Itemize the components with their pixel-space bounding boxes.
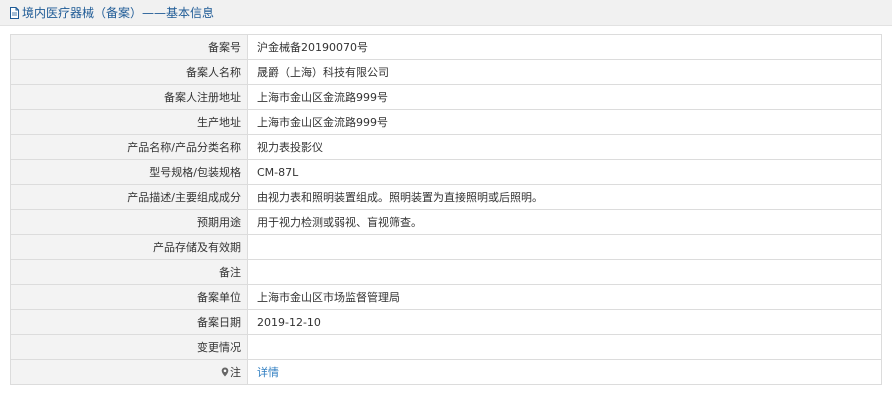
field-label: 备案日期 [10, 309, 248, 335]
table-row-record-number: 备案号 沪金械备20190070号 [10, 34, 882, 60]
table-row-remarks: 备注 [10, 259, 882, 285]
field-value: CM-87L [247, 159, 882, 185]
field-value [247, 334, 882, 360]
field-value: 由视力表和照明装置组成。照明装置为直接照明或后照明。 [247, 184, 882, 210]
table-row-record-unit: 备案单位 上海市金山区市场监督管理局 [10, 284, 882, 310]
field-label: 备案号 [10, 34, 248, 60]
table-row-description: 产品描述/主要组成成分 由视力表和照明装置组成。照明装置为直接照明或后照明。 [10, 184, 882, 210]
field-label: 备注 [10, 259, 248, 285]
field-label: 备案人名称 [10, 59, 248, 85]
table-row-model-spec: 型号规格/包装规格 CM-87L [10, 159, 882, 185]
field-label: 预期用途 [10, 209, 248, 235]
field-label: 备案人注册地址 [10, 84, 248, 110]
field-label: 型号规格/包装规格 [10, 159, 248, 185]
note-label: 注 [230, 366, 241, 379]
field-value: 上海市金山区市场监督管理局 [247, 284, 882, 310]
field-label: 产品描述/主要组成成分 [10, 184, 248, 210]
table-row-storage-validity: 产品存储及有效期 [10, 234, 882, 260]
field-value [247, 259, 882, 285]
table-row-change-info: 变更情况 [10, 334, 882, 360]
page-title: 境内医疗器械（备案）——基本信息 [22, 6, 215, 20]
field-value: 晟爵（上海）科技有限公司 [247, 59, 882, 85]
field-value: 沪金械备20190070号 [247, 34, 882, 60]
info-table: 备案号 沪金械备20190070号 备案人名称 晟爵（上海）科技有限公司 备案人注册地址… [10, 34, 882, 385]
field-value: 详情 [247, 359, 882, 385]
field-value [247, 234, 882, 260]
field-value: 用于视力检测或弱视、盲视筛查。 [247, 209, 882, 235]
table-row-record-date: 备案日期 2019-12-10 [10, 309, 882, 335]
table-row-registrant-address: 备案人注册地址 上海市金山区金流路999号 [10, 84, 882, 110]
table-row-registrant-name: 备案人名称 晟爵（上海）科技有限公司 [10, 59, 882, 85]
field-value: 2019-12-10 [247, 309, 882, 335]
field-label: 变更情况 [10, 334, 248, 360]
field-label: 产品存储及有效期 [10, 234, 248, 260]
field-value: 上海市金山区金流路999号 [247, 109, 882, 135]
field-label: 产品名称/产品分类名称 [10, 134, 248, 160]
field-label: 注 [10, 359, 248, 385]
page-header: 境内医疗器械（备案）——基本信息 [0, 0, 892, 26]
table-row-intended-use: 预期用途 用于视力检测或弱视、盲视筛查。 [10, 209, 882, 235]
table-row-production-address: 生产地址 上海市金山区金流路999号 [10, 109, 882, 135]
details-link[interactable]: 详情 [257, 366, 279, 379]
field-value: 视力表投影仪 [247, 134, 882, 160]
location-pin-icon [221, 367, 229, 377]
table-row-note: 注 详情 [10, 359, 882, 385]
info-table-body: 备案号 沪金械备20190070号 备案人名称 晟爵（上海）科技有限公司 备案人注册地址… [10, 34, 882, 385]
document-icon [10, 6, 19, 19]
table-row-product-name: 产品名称/产品分类名称 视力表投影仪 [10, 134, 882, 160]
field-value: 上海市金山区金流路999号 [247, 84, 882, 110]
field-label: 生产地址 [10, 109, 248, 135]
field-label: 备案单位 [10, 284, 248, 310]
